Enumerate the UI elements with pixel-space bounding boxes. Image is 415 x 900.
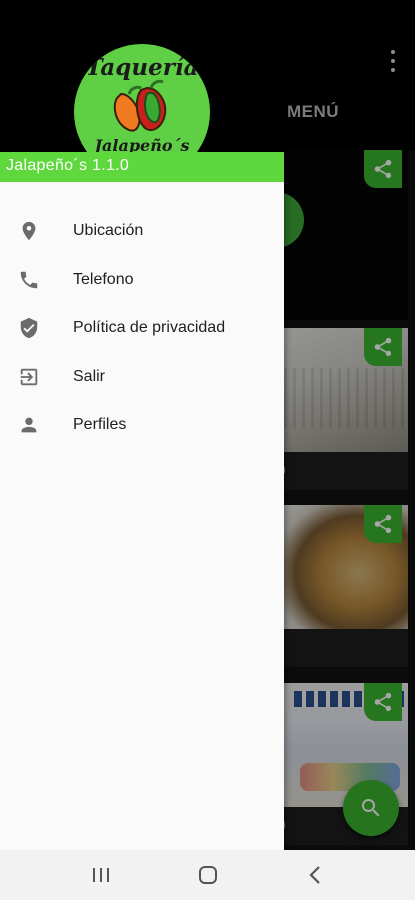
taqueria-logo: Taquería Jalapeño´s xyxy=(74,44,210,152)
back-button[interactable] xyxy=(305,864,327,886)
exit-icon xyxy=(18,366,40,388)
logo-title: Taquería xyxy=(85,54,199,81)
system-nav-bar xyxy=(0,850,415,900)
back-icon xyxy=(309,866,320,884)
menu-item-label: Ubicación xyxy=(73,222,144,240)
shield-check-icon xyxy=(18,317,40,339)
navigation-drawer: Taquería Jalapeño´s Jalapeño´s 1.1.0 Ubi… xyxy=(0,0,284,850)
phone-icon xyxy=(18,269,40,291)
drawer-menu: Ubicación Telefono Política de privacida… xyxy=(0,207,284,450)
menu-item-salir[interactable]: Salir xyxy=(0,353,284,402)
location-pin-icon xyxy=(18,220,40,242)
home-icon xyxy=(199,866,217,884)
menu-item-ubicacion[interactable]: Ubicación xyxy=(0,207,284,256)
menu-item-label: Salir xyxy=(73,367,106,385)
menu-item-telefono[interactable]: Telefono xyxy=(0,256,284,305)
menu-item-label: Telefono xyxy=(73,270,134,288)
menu-item-label: Perfiles xyxy=(73,416,127,434)
screen: MENÚ 0 0 xyxy=(0,0,415,900)
recent-apps-icon xyxy=(93,868,109,882)
version-label: Jalapeño´s 1.1.0 xyxy=(0,152,284,182)
menu-item-privacidad[interactable]: Política de privacidad xyxy=(0,304,284,353)
home-button[interactable] xyxy=(197,864,219,886)
peppers-icon xyxy=(113,79,167,132)
person-icon xyxy=(18,414,40,436)
drawer-header: Taquería Jalapeño´s xyxy=(0,0,284,152)
menu-item-perfiles[interactable]: Perfiles xyxy=(0,401,284,450)
menu-item-label: Política de privacidad xyxy=(73,319,226,337)
recent-apps-button[interactable] xyxy=(90,864,112,886)
logo-subtitle: Jalapeño´s xyxy=(94,136,190,152)
